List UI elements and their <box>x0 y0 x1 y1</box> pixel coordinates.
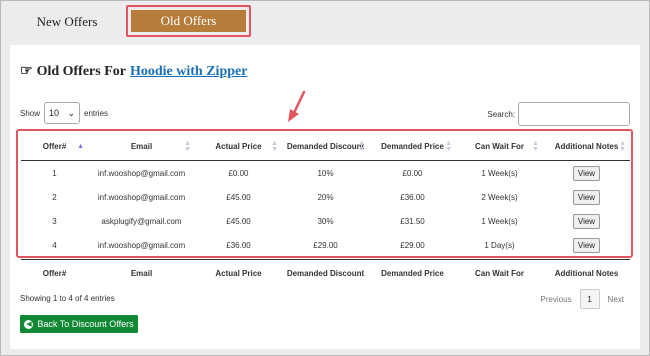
page-title-prefix: Old Offers For <box>36 63 126 79</box>
cell-discount: 20% <box>317 192 334 202</box>
view-button[interactable]: View <box>572 237 601 253</box>
cell-actual-price: £0.00 <box>228 168 249 178</box>
cell-offer: 4 <box>52 240 57 250</box>
back-button-label: Back To Discount Offers <box>37 319 134 329</box>
footer-header-can-wait-for: Can Wait For <box>456 259 543 288</box>
tab-highlight-outline: Old Offers <box>126 5 251 37</box>
column-header-demanded-discount[interactable]: Demanded Discount ▲ ▼ <box>282 134 369 161</box>
sort-icon: ▲ ▼ <box>619 139 626 153</box>
sort-icon: ▲ ▼ <box>184 139 191 153</box>
arrow-left-circle-icon: ◀ <box>24 319 34 329</box>
footer-header-demanded-price: Demanded Price <box>369 259 456 288</box>
cell-discount: 10% <box>317 168 334 178</box>
tab-new-offers[interactable]: New Offers <box>11 10 123 34</box>
pagination-next[interactable]: Next <box>608 295 624 304</box>
red-arrow-icon <box>288 90 306 122</box>
cell-wait: 1 Week(s) <box>481 168 518 178</box>
table-header: Offer# ▲ Email ▲ ▼ Actual Price ▲ ▼ Demanded … <box>21 134 630 161</box>
offers-panel: ☞ Old Offers For Hoodie with Zipper Show… <box>10 45 640 349</box>
table-info: Showing 1 to 4 of 4 entries <box>20 294 115 303</box>
footer-header-offer: Offer# <box>21 259 88 288</box>
cell-discount: 30% <box>317 216 334 226</box>
column-header-additional-notes[interactable]: Additional Notes ▲ ▼ <box>543 134 630 161</box>
cell-offer: 2 <box>52 192 57 202</box>
cell-notes: View <box>543 209 630 233</box>
footer-header-email: Email <box>88 259 195 288</box>
column-header-can-wait-for[interactable]: Can Wait For ▲ ▼ <box>456 134 543 161</box>
pagination-page-current[interactable]: 1 <box>579 289 600 309</box>
cell-demanded-price: £0.00 <box>402 168 423 178</box>
table-row: 2 inf.wooshop@gmail.com £45.00 20% £36.0… <box>21 185 630 209</box>
footer-header-additional-notes: Additional Notes <box>543 259 630 288</box>
cell-email: inf.wooshop@gmail.com <box>97 192 186 202</box>
cell-actual-price: £45.00 <box>226 216 251 226</box>
cell-demanded-price: £29.00 <box>400 240 425 250</box>
footer-header-actual-price: Actual Price <box>195 259 282 288</box>
cell-wait: 1 Day(s) <box>484 240 515 250</box>
window-frame: New Offers Old Offers ☞ Old Offers For H… <box>0 0 650 356</box>
column-header-actual-price[interactable]: Actual Price ▲ ▼ <box>195 134 282 161</box>
cell-actual-price: £36.00 <box>226 240 251 250</box>
table-row: 4 inf.wooshop@gmail.com £36.00 £29.00 £2… <box>21 233 630 257</box>
search-box: Search: <box>487 102 630 126</box>
cell-demanded-price: £36.00 <box>400 192 425 202</box>
cell-notes: View <box>543 161 630 185</box>
show-label: Show <box>20 108 41 118</box>
cell-email: inf.wooshop@gmail.com <box>97 240 186 250</box>
search-input[interactable] <box>518 102 630 126</box>
cell-wait: 2 Week(s) <box>481 192 518 202</box>
cell-notes: View <box>543 233 630 257</box>
page-title: ☞ Old Offers For Hoodie with Zipper <box>20 63 247 80</box>
view-button[interactable]: View <box>572 165 601 181</box>
cell-email: inf.wooshop@gmail.com <box>97 168 186 178</box>
length-menu: Show 10 ⌄ entries <box>20 102 108 124</box>
column-header-offer[interactable]: Offer# ▲ <box>21 134 88 161</box>
cell-demanded-price: £31.50 <box>400 216 425 226</box>
cell-email: askplugify@gmail.com <box>101 216 182 226</box>
column-header-demanded-price[interactable]: Demanded Price ▲ ▼ <box>369 134 456 161</box>
sort-icon: ▲ ▼ <box>271 139 278 153</box>
chevron-down-icon: ⌄ <box>67 107 76 118</box>
cell-notes: View <box>543 185 630 209</box>
hand-pointing-right-icon: ☞ <box>20 64 33 79</box>
entries-select[interactable]: 10 ⌄ <box>44 102 81 124</box>
sort-icon: ▲ ▼ <box>445 139 452 153</box>
entries-select-value: 10 <box>49 108 60 118</box>
tab-old-offers[interactable]: Old Offers <box>131 10 246 32</box>
pagination: Previous 1 Next <box>540 289 624 309</box>
cell-offer: 1 <box>52 168 57 178</box>
sort-icon: ▲ ▼ <box>358 139 365 153</box>
table-footer: Offer# Email Actual Price Demanded Disco… <box>21 259 630 288</box>
view-button[interactable]: View <box>572 189 601 205</box>
table-row: 1 inf.wooshop@gmail.com £0.00 10% £0.00 … <box>21 161 630 185</box>
cell-wait: 1 Week(s) <box>481 216 518 226</box>
column-header-email[interactable]: Email ▲ ▼ <box>88 134 195 161</box>
offers-table-body: 1 inf.wooshop@gmail.com £0.00 10% £0.00 … <box>21 161 630 257</box>
cell-discount: £29.00 <box>313 240 338 250</box>
cell-offer: 3 <box>52 216 57 226</box>
entries-label: entries <box>84 108 109 118</box>
product-link[interactable]: Hoodie with Zipper <box>130 64 247 80</box>
pagination-previous[interactable]: Previous <box>540 295 571 304</box>
footer-header-demanded-discount: Demanded Discount <box>282 259 369 288</box>
sort-ascending-icon: ▲ <box>77 142 84 150</box>
sort-icon: ▲ ▼ <box>532 139 539 153</box>
view-button[interactable]: View <box>572 213 601 229</box>
table-row: 3 askplugify@gmail.com £45.00 30% £31.50… <box>21 209 630 233</box>
back-to-discount-offers-button[interactable]: ◀ Back To Discount Offers <box>20 315 138 333</box>
cell-actual-price: £45.00 <box>226 192 251 202</box>
search-label: Search: <box>487 109 515 119</box>
